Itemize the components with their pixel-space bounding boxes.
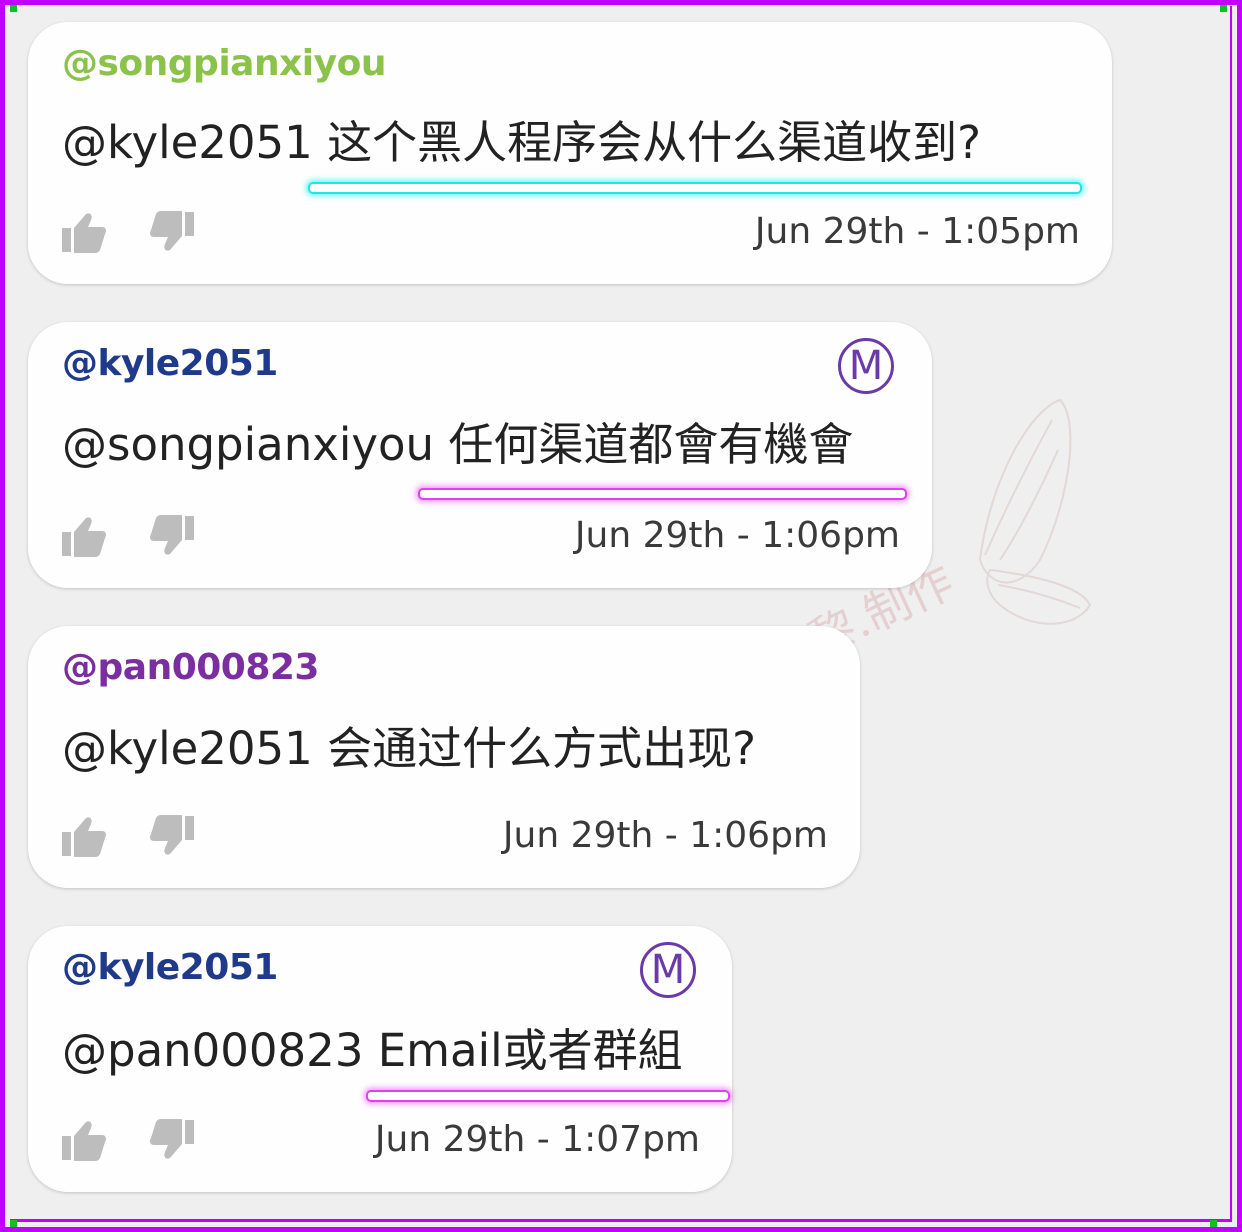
moderator-badge-icon: M xyxy=(640,942,696,998)
thumbs-down-icon[interactable] xyxy=(148,208,196,256)
corner-marker xyxy=(10,1220,17,1227)
comment-card: @kyle2051 M @pan000823 Email或者群組 Jun 29t… xyxy=(28,926,732,1192)
comment-message: @kyle2051 这个黑人程序会从什么渠道收到? xyxy=(62,116,981,169)
comment-timestamp: Jun 29th - 1:06pm xyxy=(502,815,828,856)
comment-message: @songpianxiyou 任何渠道都會有機會 xyxy=(62,418,854,471)
comment-message: @pan000823 Email或者群組 xyxy=(62,1024,683,1077)
comment-timestamp: Jun 29th - 1:07pm xyxy=(374,1119,700,1160)
thumbs-up-icon[interactable] xyxy=(60,1116,108,1164)
comment-timestamp: Jun 29th - 1:06pm xyxy=(574,515,900,556)
highlight-underline xyxy=(366,1090,730,1102)
comment-message: @kyle2051 会通过什么方式出现? xyxy=(62,722,756,775)
thumbs-down-icon[interactable] xyxy=(148,812,196,860)
highlight-underline xyxy=(418,488,907,500)
comment-timestamp: Jun 29th - 1:05pm xyxy=(754,211,1080,252)
comment-username[interactable]: @songpianxiyou xyxy=(62,46,386,82)
comment-username[interactable]: @pan000823 xyxy=(62,650,319,686)
thumbs-down-icon[interactable] xyxy=(148,512,196,560)
comment-card: @kyle2051 M @songpianxiyou 任何渠道都會有機會 Jun… xyxy=(28,322,932,588)
thumbs-up-icon[interactable] xyxy=(60,208,108,256)
thumbs-up-icon[interactable] xyxy=(60,812,108,860)
comment-username[interactable]: @kyle2051 xyxy=(62,950,278,986)
corner-marker xyxy=(1220,5,1227,12)
comment-card: @pan000823 @kyle2051 会通过什么方式出现? Jun 29th… xyxy=(28,626,860,888)
comment-username[interactable]: @kyle2051 xyxy=(62,346,278,382)
corner-marker xyxy=(1210,1220,1217,1227)
moderator-badge-icon: M xyxy=(838,338,894,394)
corner-marker xyxy=(10,5,17,12)
comment-card: @songpianxiyou @kyle2051 这个黑人程序会从什么渠道收到?… xyxy=(28,22,1112,284)
thumbs-up-icon[interactable] xyxy=(60,512,108,560)
thumbs-down-icon[interactable] xyxy=(148,1116,196,1164)
highlight-underline xyxy=(308,182,1082,194)
